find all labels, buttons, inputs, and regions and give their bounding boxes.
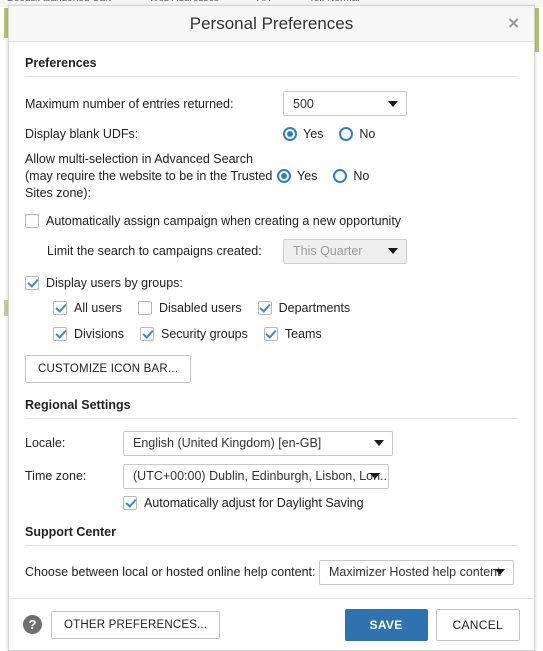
checkbox-on-icon	[263, 326, 278, 341]
row-max-entries: Maximum number of entries returned: 500	[25, 91, 518, 116]
dialog-header: Personal Preferences ✕	[9, 6, 534, 42]
multi-selection-no-label: No	[353, 169, 370, 183]
multi-selection-radio-group: Yes No	[277, 169, 369, 183]
help-content-value: Maximizer Hosted help content	[329, 565, 501, 580]
group-option-teams[interactable]: Teams	[263, 326, 322, 341]
checkbox-on-icon	[257, 300, 272, 315]
blank-udfs-yes-label: Yes	[303, 127, 324, 141]
group-options-row-2: Divisions Security groups Teams	[25, 326, 518, 341]
daylight-saving-checkbox[interactable]: Automatically adjust for Daylight Saving	[123, 495, 364, 510]
daylight-saving-label: Automatically adjust for Daylight Saving	[144, 495, 364, 510]
dialog-body: Preferences Maximum number of entries re…	[9, 42, 534, 598]
chevron-down-icon	[370, 473, 380, 480]
group-option-label: Security groups	[161, 326, 248, 341]
dialog-footer: ? OTHER PREFERENCES... SAVE CANCEL	[9, 598, 534, 650]
checkbox-off-icon	[25, 213, 39, 228]
customize-icon-bar-button[interactable]: CUSTOMIZE ICON BAR...	[25, 354, 192, 383]
group-option-divisions[interactable]: Divisions	[53, 326, 125, 341]
row-timezone: Time zone: (UTC+00:00) Dublin, Edinburgh…	[25, 463, 518, 489]
checkbox-off-icon	[137, 300, 152, 315]
group-option-label: Teams	[284, 326, 322, 341]
row-multi-selection: Allow multi-selection in Advanced Search…	[25, 151, 518, 202]
checkbox-on-icon	[140, 326, 155, 341]
checkbox-on-icon	[53, 300, 67, 315]
radio-off-icon	[339, 127, 354, 141]
max-entries-label: Maximum number of entries returned:	[25, 96, 234, 111]
row-locale: Locale: English (United Kingdom) [en-GB]	[25, 430, 518, 456]
chevron-down-icon	[374, 440, 384, 447]
multi-selection-radio-yes[interactable]: Yes	[277, 169, 317, 183]
locale-label: Locale:	[25, 436, 66, 451]
group-option-label: Disabled users	[158, 300, 242, 315]
locale-select[interactable]: English (United Kingdom) [en-GB]	[123, 430, 393, 456]
blank-udfs-radio-no[interactable]: No	[339, 127, 375, 141]
help-icon[interactable]: ?	[23, 615, 42, 634]
section-title-support: Support Center	[25, 524, 116, 539]
personal-preferences-dialog: Personal Preferences ✕ Preferences Maxim…	[8, 5, 535, 651]
section-divider-preferences	[25, 76, 518, 77]
radio-on-icon	[283, 127, 297, 141]
auto-assign-campaign-label: Automatically assign campaign when creat…	[46, 213, 402, 228]
blank-udfs-radio-yes[interactable]: Yes	[283, 127, 323, 141]
checkbox-on-icon	[25, 275, 39, 290]
group-options-row-1: All users Disabled users Departments	[25, 300, 518, 315]
locale-value: English (United Kingdom) [en-GB]	[133, 436, 322, 451]
save-button[interactable]: SAVE	[344, 608, 428, 641]
limit-search-label: Limit the search to campaigns created:	[47, 244, 262, 259]
background-label-1: Web Addresses	[149, 0, 219, 4]
other-preferences-button[interactable]: OTHER PREFERENCES...	[51, 610, 221, 639]
section-divider-regional	[25, 417, 518, 419]
row-auto-assign-campaign: Automatically assign campaign when creat…	[25, 213, 518, 228]
cancel-button[interactable]: CANCEL	[435, 608, 520, 641]
multi-selection-yes-label: Yes	[297, 169, 318, 183]
radio-on-icon	[277, 169, 291, 183]
max-entries-value: 500	[293, 96, 314, 111]
chevron-down-icon	[495, 569, 505, 576]
close-icon[interactable]: ✕	[507, 16, 520, 31]
help-content-label: Choose between local or hosted online he…	[25, 565, 316, 580]
row-limit-search: Limit the search to campaigns created: T…	[25, 238, 518, 264]
max-entries-select[interactable]: 500	[283, 91, 407, 116]
section-divider-support	[25, 544, 518, 546]
blank-udfs-label: Display blank UDFs:	[25, 127, 139, 141]
background-toolbar-labels: Goods/Abandoned Cart Web Addresses AR Te…	[0, 0, 543, 4]
timezone-label: Time zone:	[25, 469, 87, 484]
limit-search-value: This Quarter	[293, 244, 363, 259]
blank-udfs-radio-group: Yes No	[283, 127, 375, 141]
chevron-down-icon	[388, 100, 398, 107]
group-option-disabled-users[interactable]: Disabled users	[137, 300, 242, 315]
timezone-select[interactable]: (UTC+00:00) Dublin, Edinburgh, Lisbon, L…	[123, 463, 389, 489]
group-option-departments[interactable]: Departments	[257, 300, 351, 315]
checkbox-on-icon	[53, 326, 67, 341]
blank-udfs-no-label: No	[359, 127, 376, 141]
background-label-3: Tel. Normal	[309, 0, 360, 4]
row-customize-icon-bar: CUSTOMIZE ICON BAR...	[25, 354, 518, 383]
display-users-by-groups-checkbox[interactable]: Display users by groups:	[25, 275, 183, 290]
row-help-content: Choose between local or hosted online he…	[25, 559, 518, 585]
multi-selection-label: Allow multi-selection in Advanced Search…	[25, 152, 273, 200]
group-option-label: Divisions	[74, 326, 125, 341]
help-content-select[interactable]: Maximizer Hosted help content	[319, 559, 514, 585]
chevron-down-icon	[388, 248, 398, 255]
group-option-all-users[interactable]: All users	[53, 300, 122, 315]
radio-off-icon	[333, 169, 348, 183]
dialog-title: Personal Preferences	[189, 13, 354, 33]
section-title-regional: Regional Settings	[25, 397, 131, 412]
limit-search-select[interactable]: This Quarter	[283, 238, 407, 264]
group-option-label: All users	[74, 300, 122, 315]
background-label-2: AR	[257, 0, 271, 4]
multi-selection-radio-no[interactable]: No	[333, 169, 369, 183]
display-users-by-groups-label: Display users by groups:	[46, 275, 183, 290]
checkbox-on-icon	[123, 495, 137, 510]
row-display-users-by-groups: Display users by groups:	[25, 275, 518, 290]
row-blank-udfs: Display blank UDFs: Yes No	[25, 127, 518, 141]
group-option-label: Departments	[278, 300, 351, 315]
background-label-0: Goods/Abandoned Cart	[6, 0, 111, 4]
row-daylight-saving: Automatically adjust for Daylight Saving	[25, 495, 518, 510]
group-option-security-groups[interactable]: Security groups	[140, 326, 248, 341]
timezone-value: (UTC+00:00) Dublin, Edinburgh, Lisbon, L…	[133, 469, 389, 484]
section-title-preferences: Preferences	[25, 56, 97, 70]
auto-assign-campaign-checkbox[interactable]: Automatically assign campaign when creat…	[25, 213, 402, 228]
